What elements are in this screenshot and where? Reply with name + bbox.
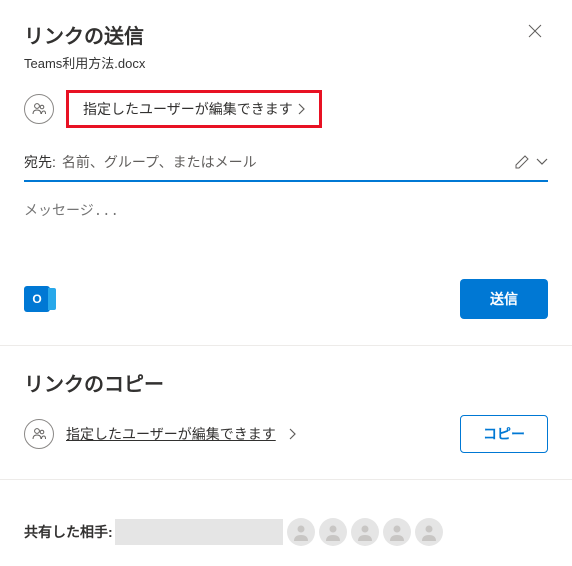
file-name: Teams利用方法.docx	[24, 53, 145, 72]
pencil-icon[interactable]	[514, 154, 530, 170]
avatar[interactable]	[415, 518, 443, 546]
outlook-icon[interactable]: O	[24, 286, 50, 312]
link-permission-label: 指定したユーザーが編集できます	[83, 99, 293, 119]
chevron-right-icon	[297, 103, 305, 115]
avatar[interactable]	[351, 518, 379, 546]
chevron-right-icon	[288, 428, 296, 440]
shared-with-redacted	[115, 519, 283, 545]
copy-permission-label: 指定したユーザーが編集できます	[66, 424, 276, 444]
divider	[0, 479, 572, 480]
divider	[0, 345, 572, 346]
send-button[interactable]: 送信	[460, 279, 548, 319]
recipients-label: 宛先:	[24, 152, 56, 172]
copy-section-title: リンクのコピー	[24, 368, 548, 397]
recipients-input[interactable]	[62, 154, 508, 170]
shared-with-label: 共有した相手:	[24, 522, 113, 542]
chevron-down-icon[interactable]	[536, 158, 548, 166]
copy-button[interactable]: コピー	[460, 415, 548, 453]
dialog-title: リンクの送信	[24, 20, 145, 49]
link-permission-setting[interactable]: 指定したユーザーが編集できます	[66, 90, 322, 128]
people-icon	[24, 419, 54, 449]
message-input[interactable]	[24, 200, 548, 240]
people-icon	[24, 94, 54, 124]
avatar[interactable]	[319, 518, 347, 546]
copy-link-permission-setting[interactable]: 指定したユーザーが編集できます	[24, 419, 296, 449]
close-button[interactable]	[522, 20, 548, 42]
avatar[interactable]	[383, 518, 411, 546]
avatar[interactable]	[287, 518, 315, 546]
